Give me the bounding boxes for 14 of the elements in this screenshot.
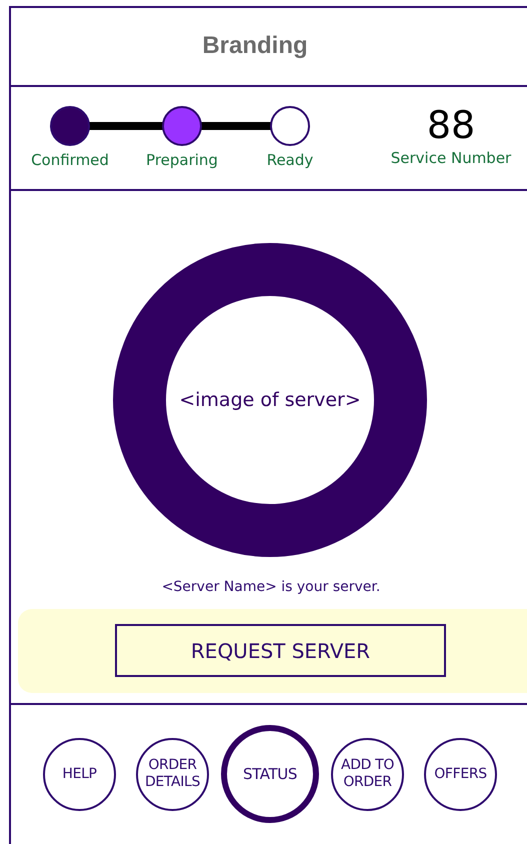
nav-button[interactable]: STATUS <box>221 725 319 824</box>
request-server-button[interactable]: REQUEST SERVER <box>115 624 446 678</box>
nav-button[interactable]: ADD TO ORDER <box>331 738 404 811</box>
placeholder-label: <image of server> <box>179 388 361 414</box>
nav-button[interactable]: HELP <box>43 738 116 811</box>
nav-button[interactable]: ORDER DETAILS <box>136 738 209 811</box>
service-number: 88 <box>426 102 476 147</box>
server-caption: <Server Name> is your server. <box>160 578 382 598</box>
service-number-label: Service Number <box>390 148 512 169</box>
nav-button[interactable]: OFFERS <box>424 738 497 811</box>
step-label: Preparing <box>146 150 218 169</box>
step-label: Confirmed <box>31 150 109 169</box>
step-label: Ready <box>266 150 314 169</box>
app-title: Branding <box>202 31 308 62</box>
